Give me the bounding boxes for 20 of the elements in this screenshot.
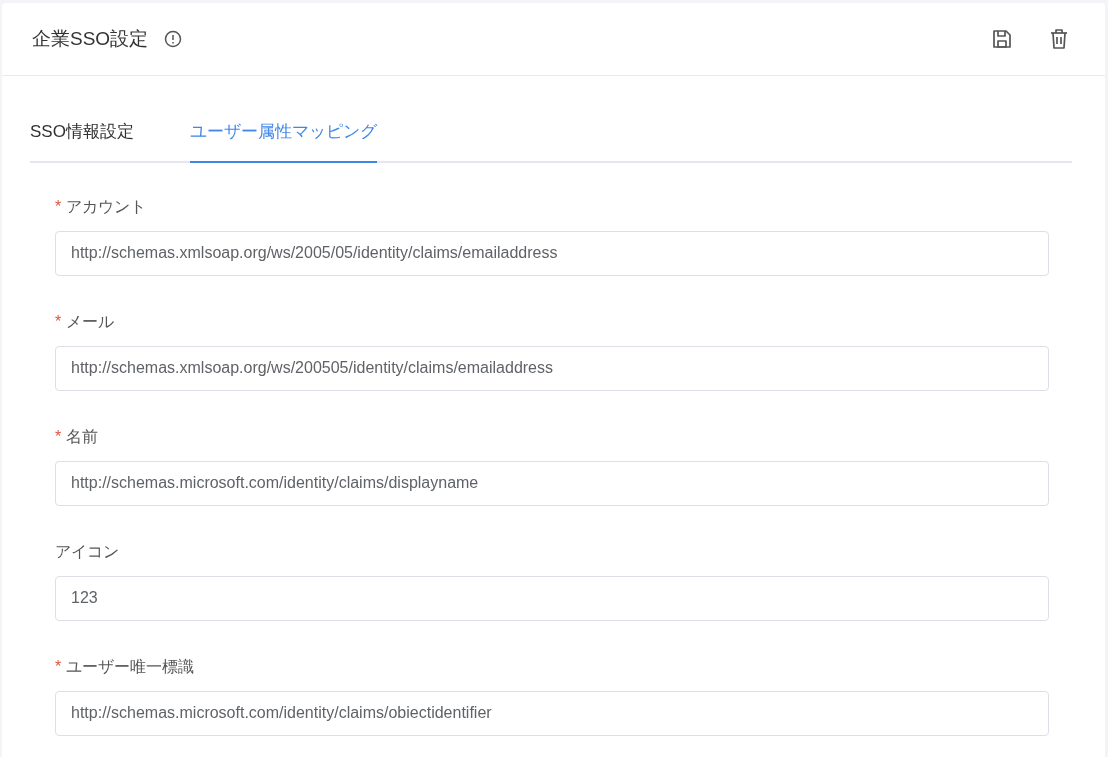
required-asterisk: * xyxy=(55,311,62,332)
save-icon[interactable] xyxy=(991,28,1013,50)
page-title: 企業SSO設定 xyxy=(32,26,149,51)
field-label: アイコン xyxy=(55,541,119,562)
field-label: アカウント xyxy=(66,196,147,217)
input-field[interactable]: 123 xyxy=(55,575,1049,621)
input-field[interactable]: http://schemas.xmlsoap.org/ws/2005/05/identity/claims/emailaddress xyxy=(55,230,1049,276)
tab[interactable]: SSO情報設定 xyxy=(30,119,134,163)
tab[interactable]: ユーザー属性マッピング xyxy=(189,119,377,163)
field-label: メール xyxy=(66,311,115,332)
input-field[interactable]: http://schemas.microsoft.com/identity/claims/obiectidentifier xyxy=(55,690,1049,736)
input-field[interactable]: http://schemas.microsoft.com/identity/claims/displayname xyxy=(55,460,1049,506)
required-asterisk: * xyxy=(55,196,62,217)
field-label: 名前 xyxy=(66,426,99,447)
required-asterisk: * xyxy=(55,656,62,677)
field-label: ユーザー唯一標識 xyxy=(66,656,195,677)
trash-icon[interactable] xyxy=(1049,28,1069,50)
required-asterisk: * xyxy=(55,426,62,447)
info-icon[interactable] xyxy=(164,30,183,48)
input-field[interactable]: http://schemas.xmlsoap.org/ws/200505/identity/claims/emailaddress xyxy=(55,345,1049,391)
